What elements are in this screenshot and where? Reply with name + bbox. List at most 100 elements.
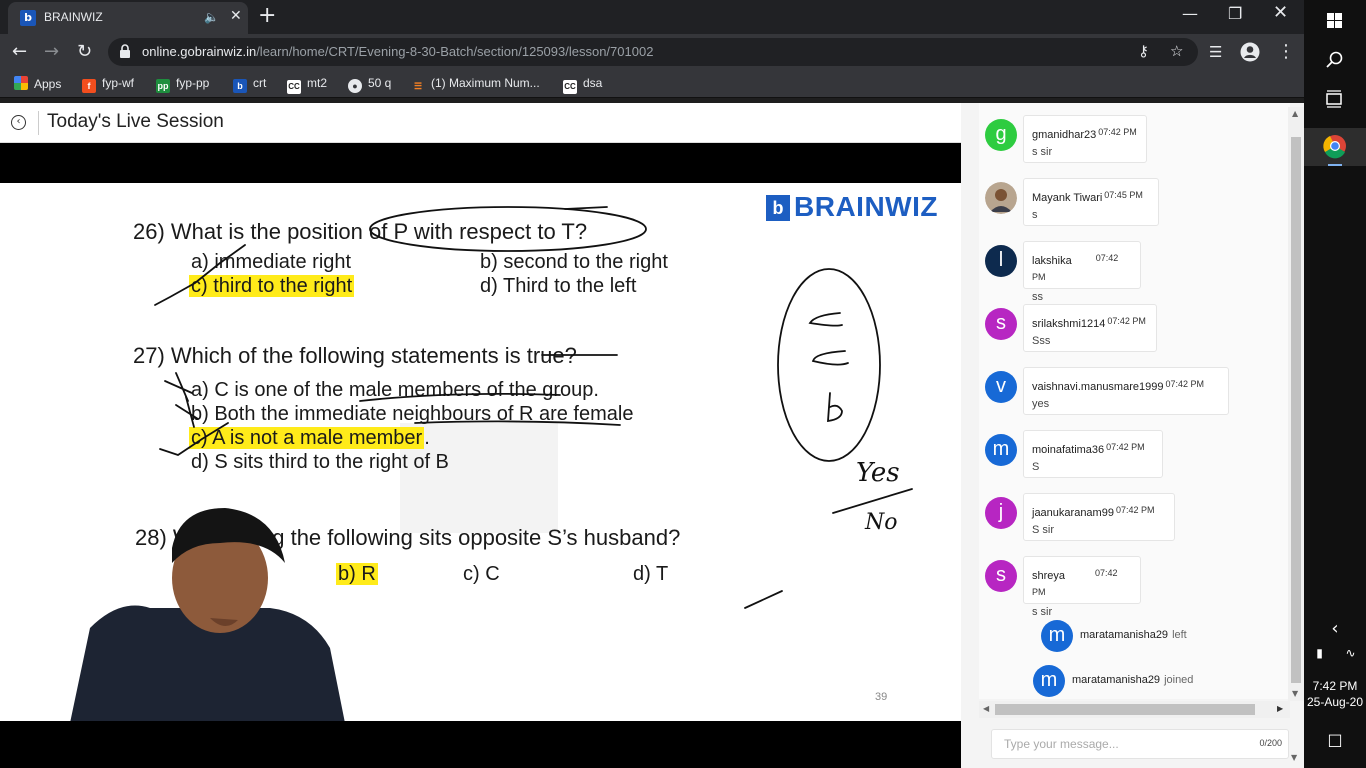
sender-name: Mayank Tiwari bbox=[1032, 192, 1103, 204]
speaker-icon[interactable]: 🔈 bbox=[204, 10, 219, 24]
action-center-icon[interactable]: □ bbox=[1304, 730, 1366, 749]
bookmarks-bar: Apps f fyp-wf pp fyp-pp b crt CC mt2 ● 50 q ☰… bbox=[0, 70, 1304, 98]
chat-message: m moinafatima36 07:42 PM S bbox=[985, 430, 1285, 488]
slide-page-number: 39 bbox=[875, 691, 888, 703]
stackoverflow-icon: ☰ bbox=[413, 81, 423, 91]
scroll-right-arrow-icon[interactable]: ▶ bbox=[1277, 704, 1283, 713]
url-text: online.gobrainwiz.in/learn/home/CRT/Even… bbox=[142, 44, 654, 59]
message-time: 07:42 PM bbox=[1098, 127, 1137, 137]
bookmark-maximum-num[interactable]: ☰ (1) Maximum Num... bbox=[411, 76, 540, 92]
message-time: 07:45 PM bbox=[1104, 190, 1143, 200]
sender-name: gmanidhar23 bbox=[1032, 129, 1097, 141]
bookmark-star-icon[interactable]: ☆ bbox=[1170, 42, 1183, 60]
bookmark-dsa[interactable]: CC dsa bbox=[563, 76, 602, 94]
chat-bubble: lakshika 07:42 PM ss bbox=[1023, 241, 1141, 303]
chat-message: g gmanidhar23 07:42 PM s sir bbox=[985, 115, 1285, 173]
media-control-icon[interactable]: ☰ bbox=[1209, 41, 1222, 63]
avatar: m bbox=[1041, 620, 1073, 652]
message-text: yes bbox=[1032, 398, 1050, 410]
scroll-left-arrow-icon[interactable]: ◀ bbox=[983, 704, 989, 713]
message-input-box: 0/200 bbox=[991, 729, 1289, 759]
chrome-icon bbox=[1323, 135, 1346, 166]
forward-button[interactable]: → bbox=[44, 41, 59, 63]
chat-horizontal-scrollbar[interactable]: ◀ ▶ bbox=[979, 701, 1290, 718]
message-text: Sss bbox=[1032, 335, 1051, 347]
ink-cross-q27a bbox=[164, 372, 193, 402]
page-title: Today's Live Session bbox=[47, 111, 224, 132]
chat-event-joined: m maratamanisha29 joined bbox=[1033, 665, 1290, 697]
bookmark-mt2[interactable]: CC mt2 bbox=[287, 76, 327, 94]
presentation-slide: b BRAINWIZ 26) What is the position of P… bbox=[0, 183, 961, 721]
tab-title: BRAINWIZ bbox=[44, 10, 103, 24]
tab-close-icon[interactable]: ✕ bbox=[230, 8, 242, 24]
chat-vertical-scrollbar[interactable]: ▲ ▼ bbox=[1288, 107, 1304, 701]
address-bar[interactable]: online.gobrainwiz.in/learn/home/CRT/Even… bbox=[108, 38, 1198, 66]
windows-start-icon[interactable] bbox=[1304, 10, 1366, 30]
event-action: joined bbox=[1164, 674, 1194, 686]
message-text: s sir bbox=[1032, 146, 1053, 158]
bookmark-crt[interactable]: b crt bbox=[233, 76, 266, 93]
key-icon[interactable]: ⚷ bbox=[1138, 42, 1149, 60]
chat-panel: g gmanidhar23 07:42 PM s sir Mayank Tiwar… bbox=[961, 103, 1304, 768]
minimize-button[interactable]: — bbox=[1182, 4, 1198, 23]
chat-message-list[interactable]: g gmanidhar23 07:42 PM s sir Mayank Tiwar… bbox=[979, 103, 1290, 699]
sender-name: srilakshmi1214 bbox=[1032, 318, 1106, 330]
bookmark-50q[interactable]: ● 50 q bbox=[348, 76, 391, 93]
sender-name: shreya bbox=[1032, 570, 1066, 582]
search-icon[interactable] bbox=[1304, 50, 1366, 70]
chat-message: v vaishnavi.manusmare1999 07:42 PM yes bbox=[985, 367, 1285, 425]
bookmark-fyp-pp[interactable]: pp fyp-pp bbox=[156, 76, 209, 93]
back-circle-icon[interactable]: ‹ bbox=[11, 115, 26, 130]
message-text: s sir bbox=[1032, 606, 1053, 618]
avatar: g bbox=[985, 119, 1017, 151]
browser-toolbar: ← → ↻ online.gobrainwiz.in/learn/home/CR… bbox=[0, 34, 1304, 70]
chat-message: s srilakshmi1214 07:42 PM Sss bbox=[985, 304, 1285, 362]
message-time: 07:42 PM bbox=[1165, 379, 1204, 389]
header-divider bbox=[38, 111, 39, 135]
message-input[interactable] bbox=[992, 730, 1252, 758]
profile-avatar-icon[interactable] bbox=[1240, 42, 1260, 62]
chat-bubble: shreya 07:42 PM s sir bbox=[1023, 556, 1141, 618]
browser-tab-bar: b BRAINWIZ 🔈 ✕ + — ❐ ✕ bbox=[0, 0, 1304, 34]
ink-tick-q28 bbox=[744, 590, 783, 609]
avatar: s bbox=[985, 560, 1017, 592]
page-scroll-down-arrow-icon[interactable]: ▼ bbox=[1291, 753, 1297, 762]
sender-name: jaanukaranam99 bbox=[1032, 507, 1114, 519]
ink-letter-c1 bbox=[808, 312, 843, 327]
browser-tab-active[interactable]: b BRAINWIZ 🔈 ✕ bbox=[8, 2, 248, 34]
show-hidden-icons-chevron-icon[interactable]: ‹ bbox=[1304, 618, 1366, 639]
ink-stroke-q26 bbox=[564, 206, 608, 210]
bookmark-fyp-wf[interactable]: f fyp-wf bbox=[82, 76, 134, 93]
page-header: ‹ Today's Live Session bbox=[0, 103, 961, 143]
clock-time: 7:42 PM bbox=[1312, 679, 1358, 693]
chrome-menu-icon[interactable]: ⋮ bbox=[1277, 41, 1295, 63]
sender-name: moinafatima36 bbox=[1032, 444, 1105, 456]
ink-underline-q27b bbox=[414, 420, 621, 426]
new-tab-button[interactable]: + bbox=[258, 4, 276, 28]
chat-hscroll-thumb[interactable] bbox=[995, 704, 1255, 715]
ink-circle-q26 bbox=[369, 206, 647, 252]
restore-button[interactable]: ❐ bbox=[1228, 4, 1242, 23]
chat-event-left: m maratamanisha29 left bbox=[1041, 620, 1290, 652]
bookmark-apps[interactable]: Apps bbox=[14, 76, 61, 92]
battery-icon[interactable]: ▮ bbox=[1304, 646, 1335, 660]
avatar-photo bbox=[985, 182, 1017, 214]
scroll-down-arrow-icon[interactable]: ▼ bbox=[1292, 689, 1298, 698]
chrome-taskbar-item[interactable] bbox=[1304, 128, 1366, 166]
wifi-icon[interactable]: ∿ bbox=[1335, 646, 1366, 660]
scroll-up-arrow-icon[interactable]: ▲ bbox=[1292, 109, 1298, 118]
chat-bubble: moinafatima36 07:42 PM S bbox=[1023, 430, 1163, 478]
sheet-icon: pp bbox=[156, 79, 170, 93]
event-action: left bbox=[1172, 629, 1187, 641]
cc-icon: CC bbox=[287, 80, 301, 94]
taskbar-clock[interactable]: 7:42 PM 25-Aug-20 bbox=[1304, 678, 1366, 710]
live-video-player[interactable]: b BRAINWIZ 26) What is the position of P… bbox=[0, 143, 961, 768]
reload-button[interactable]: ↻ bbox=[77, 41, 92, 63]
close-window-button[interactable]: ✕ bbox=[1273, 2, 1288, 23]
chat-scroll-thumb[interactable] bbox=[1291, 137, 1301, 683]
globe-icon: ● bbox=[348, 79, 362, 93]
back-button[interactable]: ← bbox=[12, 41, 27, 63]
task-view-icon[interactable] bbox=[1304, 89, 1366, 109]
ink-oval-answers bbox=[777, 268, 881, 462]
avatar: l bbox=[985, 245, 1017, 277]
